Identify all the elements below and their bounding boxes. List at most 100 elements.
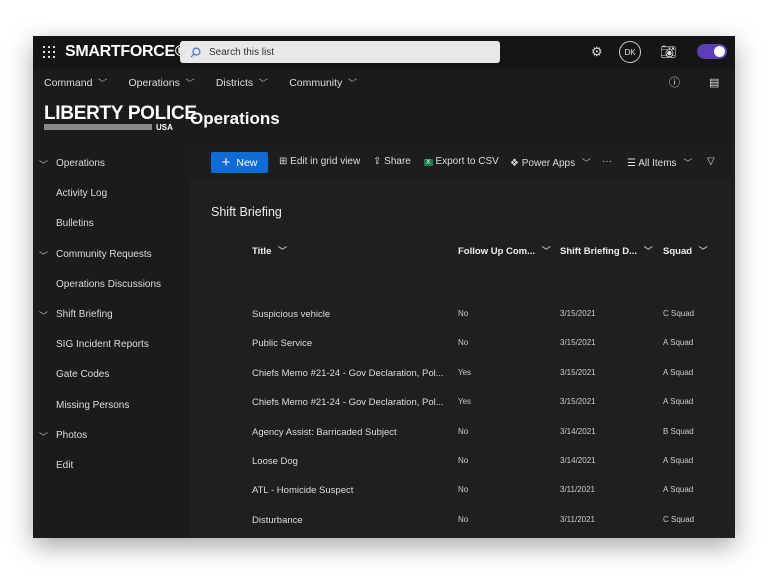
sidebar-item[interactable]: Photos xyxy=(56,430,87,441)
nav-command[interactable]: Command ﹀ xyxy=(44,76,105,89)
sidebar-item[interactable]: Operations xyxy=(56,158,105,169)
table-row[interactable]: Loose Dog No 3/14/2021 A Squad xyxy=(252,456,735,485)
cell-squad: C Squad xyxy=(663,309,695,318)
nav-districts[interactable]: Districts ﹀ xyxy=(216,76,266,89)
cell-date: 3/11/2021 xyxy=(560,485,595,495)
cell-squad: B Squad xyxy=(663,426,694,436)
cell-squad: A Squad xyxy=(663,367,694,377)
sidebar-item[interactable]: Community Requests xyxy=(56,249,152,260)
cell-follow-up: No xyxy=(458,426,469,436)
list-icon: ☰ xyxy=(627,158,636,169)
command-bar: + New ⊞ Edit in grid view ⇪ Share X Expor… xyxy=(190,145,735,180)
chevron-down-icon: ﹀ xyxy=(346,77,356,88)
cell-date: 3/14/2021 xyxy=(560,426,596,436)
cell-follow-up: No xyxy=(458,338,469,348)
cell-title[interactable]: Loose Dog xyxy=(252,456,447,467)
cell-follow-up: No xyxy=(458,309,469,318)
top-bar: SMARTFORCE® Search this list ⚙ DK 📷︎ xyxy=(33,36,735,69)
search-input[interactable]: Search this list xyxy=(180,41,500,63)
share-button[interactable]: ⇪ Share xyxy=(373,156,411,167)
power-apps-button[interactable]: ❖ Power Apps ﹀ xyxy=(510,156,591,169)
chevron-down-icon[interactable]: ﹀ xyxy=(39,430,48,443)
excel-icon: X xyxy=(424,159,433,166)
site-header: LIBERTY POLICE USA Operations xyxy=(33,95,735,145)
chevron-down-icon[interactable]: ﹀ xyxy=(39,158,48,171)
edit-grid-button[interactable]: ⊞ Edit in grid view xyxy=(279,156,360,167)
column-squad[interactable]: Squad ﹀ xyxy=(663,244,708,257)
cell-follow-up: No xyxy=(458,456,469,465)
sidebar-item[interactable]: Operations Discussions xyxy=(56,279,161,290)
filter-icon[interactable]: ▽ xyxy=(707,156,715,167)
theme-toggle[interactable] xyxy=(697,44,727,59)
chevron-down-icon[interactable]: ﹀ xyxy=(39,309,48,322)
cell-title[interactable]: Suspicious vehicle xyxy=(252,309,447,320)
cell-squad: C Squad xyxy=(663,514,695,524)
cell-follow-up: Yes xyxy=(458,397,472,407)
new-button[interactable]: + New xyxy=(211,152,268,173)
view-selector[interactable]: ☰ All Items ﹀ xyxy=(627,156,692,169)
cell-date: 3/15/2021 xyxy=(560,309,596,318)
sidebar-item[interactable]: SIG Incident Reports xyxy=(56,339,149,350)
brand-logo: SMARTFORCE® xyxy=(65,43,187,60)
cell-date: 3/15/2021 xyxy=(560,397,596,407)
sidebar-item[interactable]: Missing Persons xyxy=(56,400,129,411)
sidebar-item[interactable]: Activity Log xyxy=(56,188,107,199)
table-row[interactable]: Disturbance No 3/11/2021 C Squad xyxy=(252,515,735,538)
share-icon: ⇪ xyxy=(373,156,382,167)
table-row[interactable]: Suspicious vehicle No 3/15/2021 C Squad xyxy=(252,309,735,338)
app-window: SMARTFORCE® Search this list ⚙ DK 📷︎ Com… xyxy=(33,36,735,538)
camera-add-icon[interactable]: 📷︎ xyxy=(660,44,677,60)
sidebar-item[interactable]: Shift Briefing xyxy=(56,309,113,320)
cell-title[interactable]: Agency Assist: Barricaded Subject xyxy=(252,427,447,438)
cell-date: 3/15/2021 xyxy=(560,367,596,377)
cell-squad: A Squad xyxy=(663,485,694,495)
cell-squad: A Squad xyxy=(663,397,694,407)
sidebar-item[interactable]: Bulletins xyxy=(56,218,94,229)
nav-operations[interactable]: Operations ﹀ xyxy=(128,76,192,89)
cell-title[interactable]: ATL - Homicide Suspect xyxy=(252,485,447,496)
cell-title[interactable]: Disturbance xyxy=(252,515,447,526)
avatar[interactable]: DK xyxy=(619,41,641,63)
table-row[interactable]: Chiefs Memo #21-24 - Gov Declaration, Po… xyxy=(252,397,735,426)
page-title: Operations xyxy=(190,109,280,128)
cell-follow-up: Yes xyxy=(458,367,472,377)
cell-title[interactable]: Public Service xyxy=(252,338,447,349)
main-content: + New ⊞ Edit in grid view ⇪ Share X Expor… xyxy=(190,145,735,538)
export-csv-button[interactable]: X Export to CSV xyxy=(424,156,499,167)
cell-date: 3/15/2021 xyxy=(560,338,596,348)
list-title: Shift Briefing xyxy=(211,205,282,219)
chevron-down-icon: ﹀ xyxy=(257,77,267,88)
cell-squad: A Squad xyxy=(663,338,694,348)
column-follow-up[interactable]: Follow Up Com... ﹀ xyxy=(458,244,551,257)
column-title[interactable]: Title ﹀ xyxy=(252,244,287,257)
chevron-down-icon: ﹀ xyxy=(96,77,106,88)
search-icon xyxy=(190,47,201,57)
sidebar-item[interactable]: Gate Codes xyxy=(56,369,109,380)
app-launcher-icon[interactable] xyxy=(43,46,55,58)
cell-follow-up: No xyxy=(458,514,469,524)
cell-follow-up: No xyxy=(458,485,469,495)
cell-title[interactable]: Chiefs Memo #21-24 - Gov Declaration, Po… xyxy=(252,368,447,379)
settings-gear-icon[interactable]: ⚙ xyxy=(591,44,603,60)
chevron-down-icon[interactable]: ﹀ xyxy=(39,249,48,262)
nav-community[interactable]: Community ﹀ xyxy=(289,76,355,89)
logo-sub: USA xyxy=(156,123,173,132)
cell-squad: A Squad xyxy=(663,456,694,465)
table-row[interactable]: Public Service No 3/15/2021 A Squad xyxy=(252,338,735,367)
sidebar-item[interactable]: Edit xyxy=(56,460,73,471)
cell-title[interactable]: Chiefs Memo #21-24 - Gov Declaration, Po… xyxy=(252,397,447,408)
table-row[interactable]: Agency Assist: Barricaded Subject No 3/14/… xyxy=(252,427,735,456)
top-nav: Command ﹀ Operations ﹀ Districts ﹀ Communit… xyxy=(33,69,735,95)
search-placeholder: Search this list xyxy=(209,46,275,58)
sidebar: ﹀ Operations Activity Log Bulletins ﹀ Communi… xyxy=(33,145,188,538)
table-row[interactable]: Chiefs Memo #21-24 - Gov Declaration, Po… xyxy=(252,368,735,397)
power-apps-icon: ❖ xyxy=(510,158,519,169)
help-icon[interactable]: ⓘ xyxy=(669,74,680,90)
cell-date: 3/11/2021 xyxy=(560,514,595,524)
table-row[interactable]: ATL - Homicide Suspect No 3/11/2021 A Squad xyxy=(252,485,735,514)
column-date[interactable]: Shift Briefing D... ﹀ xyxy=(560,244,653,257)
more-button[interactable]: ··· xyxy=(602,156,612,167)
device-icon[interactable]: ▤ xyxy=(709,76,719,89)
logo-bar xyxy=(44,124,152,130)
cell-date: 3/14/2021 xyxy=(560,456,596,465)
